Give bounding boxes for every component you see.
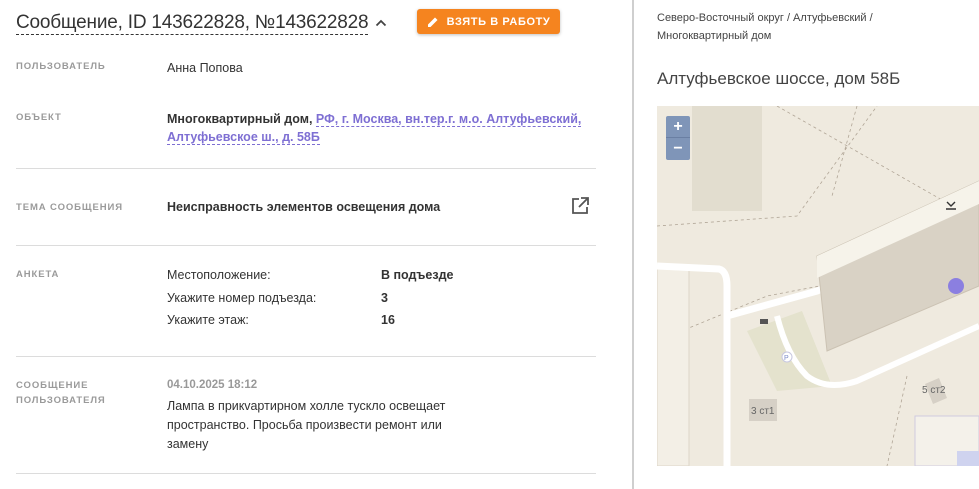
breadcrumb-line2[interactable]: Многоквартирный дом bbox=[657, 30, 771, 42]
survey-question: Укажите этаж: bbox=[167, 313, 249, 327]
message-date: 04.10.2025 18:12 bbox=[167, 379, 258, 391]
object-address-link[interactable]: РФ, г. Москва, вн.тер.г. м.о. Алтуфьевск… bbox=[315, 112, 582, 127]
user-value: Анна Попова bbox=[167, 61, 243, 75]
map-label-building-b: 5 ст2 bbox=[922, 385, 946, 396]
take-to-work-label: ВЗЯТЬ В РАБОТУ bbox=[446, 15, 551, 28]
divider bbox=[16, 245, 596, 246]
map[interactable]: 3 ст1 5 ст2 P + − bbox=[657, 106, 979, 466]
survey-label: АНКЕТА bbox=[16, 269, 60, 280]
map-canvas[interactable]: 3 ст1 5 ст2 P bbox=[657, 106, 979, 466]
breadcrumb-line1[interactable]: Северо-Восточный округ / Алтуфьевский / bbox=[657, 12, 873, 24]
shop-icon bbox=[760, 319, 768, 324]
object-label: ОБЪЕКТ bbox=[16, 112, 62, 123]
map-label-building-a: 3 ст1 bbox=[751, 406, 775, 417]
divider bbox=[16, 168, 596, 169]
breadcrumb: Северо-Восточный округ / Алтуфьевский / … bbox=[657, 9, 957, 45]
location-panel: Северо-Восточный округ / Алтуфьевский / … bbox=[634, 0, 979, 489]
divider bbox=[16, 356, 596, 357]
message-label-line1: СООБЩЕНИЕ bbox=[16, 380, 89, 391]
survey-answer: 16 bbox=[381, 313, 395, 327]
message-panel: Сообщение, ID 143622828, №143622828 ВЗЯТ… bbox=[0, 0, 612, 489]
survey-question: Укажите номер подъезда: bbox=[167, 291, 317, 305]
zoom-out-button[interactable]: − bbox=[666, 138, 690, 160]
location-marker-icon[interactable] bbox=[948, 278, 964, 294]
message-label: СООБЩЕНИЕ ПОЛЬЗОВАТЕЛЯ bbox=[16, 378, 106, 408]
message-text: Лампа в прикvартирном холле тускло освещ… bbox=[167, 399, 446, 451]
message-title[interactable]: Сообщение, ID 143622828, №143622828 bbox=[16, 12, 369, 35]
chevron-up-icon[interactable] bbox=[374, 16, 388, 30]
object-address-link-cont[interactable]: Алтуфьевское ш., д. 58Б bbox=[167, 130, 320, 145]
survey-answer: В подъезде bbox=[381, 268, 454, 282]
topic-label: ТЕМА СООБЩЕНИЯ bbox=[16, 202, 123, 213]
address-title: Алтуфьевское шоссе, дом 58Б bbox=[657, 69, 901, 88]
pencil-icon bbox=[427, 17, 438, 27]
object-type: Многоквартирный дом, bbox=[167, 112, 313, 126]
survey-question: Местоположение: bbox=[167, 268, 271, 282]
take-to-work-button[interactable]: ВЗЯТЬ В РАБОТУ bbox=[417, 9, 560, 34]
zoom-control: + − bbox=[666, 116, 690, 160]
divider bbox=[16, 473, 596, 474]
map-label-parking: P bbox=[784, 355, 789, 362]
open-external-icon[interactable] bbox=[570, 196, 590, 216]
message-label-line2: ПОЛЬЗОВАТЕЛЯ bbox=[16, 395, 106, 406]
survey-answer: 3 bbox=[381, 291, 388, 305]
object-value: Многоквартирный дом, РФ, г. Москва, вн.т… bbox=[167, 110, 587, 146]
message-header: Сообщение, ID 143622828, №143622828 bbox=[16, 9, 388, 37]
user-label: ПОЛЬЗОВАТЕЛЬ bbox=[16, 61, 106, 72]
topic-value: Неисправность элементов освещения дома bbox=[167, 200, 441, 214]
map-building bbox=[692, 106, 762, 211]
zoom-in-button[interactable]: + bbox=[666, 116, 690, 138]
